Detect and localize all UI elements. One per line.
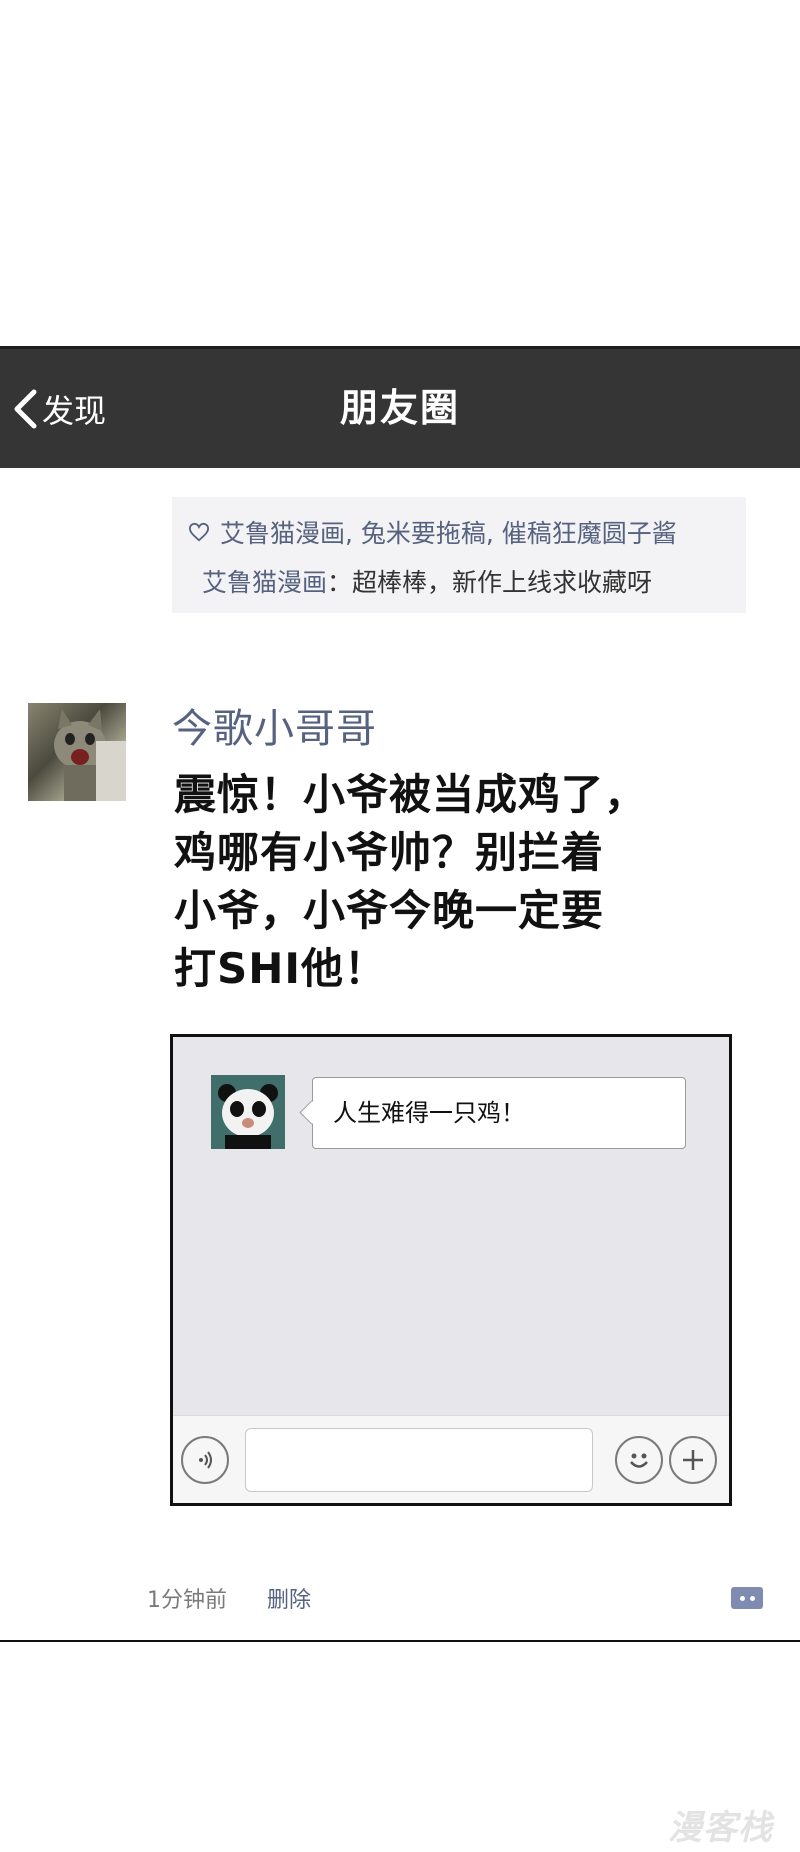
comment-separator: ： xyxy=(327,568,353,597)
post-text-line: 鸡哪有小爷帅？别拦着 xyxy=(174,828,605,877)
delete-link[interactable]: 删除 xyxy=(267,1582,311,1614)
cat-avatar-image xyxy=(54,709,126,801)
heart-icon xyxy=(188,522,210,542)
post-text-line: 打SHI他！ xyxy=(174,944,388,993)
comment-more-icon[interactable] xyxy=(731,1587,763,1609)
comment-author[interactable]: 艾鲁猫漫画 xyxy=(202,568,327,597)
post-username[interactable]: 今歌小哥哥 xyxy=(172,696,377,754)
divider xyxy=(0,1640,800,1642)
plus-icon xyxy=(683,1450,703,1470)
post-timestamp: 1分钟前 xyxy=(147,1588,227,1613)
post-content: 震惊！小爷被当成鸡了， 鸡哪有小爷帅？别拦着 小爷，小爷今晚一定要 打SHI他！ xyxy=(174,766,674,998)
likes-row: 艾鲁猫漫画, 兔米要拖稿, 催稿狂魔圆子酱 xyxy=(188,511,732,553)
panda-icon xyxy=(211,1075,285,1149)
likes-names[interactable]: 艾鲁猫漫画, 兔米要拖稿, 催稿狂魔圆子酱 xyxy=(220,514,677,550)
navigation-bar: 发现 朋友圈 xyxy=(0,346,800,468)
post-text-line: 小爷，小爷今晚一定要 xyxy=(174,886,605,935)
chat-message-input[interactable] xyxy=(245,1428,593,1492)
post-text-line: 震惊！小爷被当成鸡了， xyxy=(174,770,648,819)
voice-button[interactable] xyxy=(181,1436,229,1484)
page-title: 朋友圈 xyxy=(339,386,460,430)
avatar[interactable] xyxy=(28,703,126,801)
comment-item[interactable]: 艾鲁猫漫画：超棒棒，新作上线求收藏呀 xyxy=(188,553,732,603)
chat-input-bar xyxy=(173,1415,729,1503)
comment-text: 超棒棒，新作上线求收藏呀 xyxy=(352,568,653,597)
panda-avatar xyxy=(211,1075,285,1149)
voice-icon xyxy=(199,1451,212,1469)
post-image[interactable]: 人生难得一只鸡！ xyxy=(170,1034,732,1506)
emoji-button[interactable] xyxy=(615,1436,663,1484)
add-button[interactable] xyxy=(669,1436,717,1484)
smiley-icon xyxy=(630,1453,648,1468)
likes-comments-panel: 艾鲁猫漫画, 兔米要拖稿, 催稿狂魔圆子酱 艾鲁猫漫画：超棒棒，新作上线求收藏呀 xyxy=(172,497,746,613)
chat-message-bubble: 人生难得一只鸡！ xyxy=(312,1077,686,1149)
watermark: 漫客栈 xyxy=(668,1808,773,1848)
